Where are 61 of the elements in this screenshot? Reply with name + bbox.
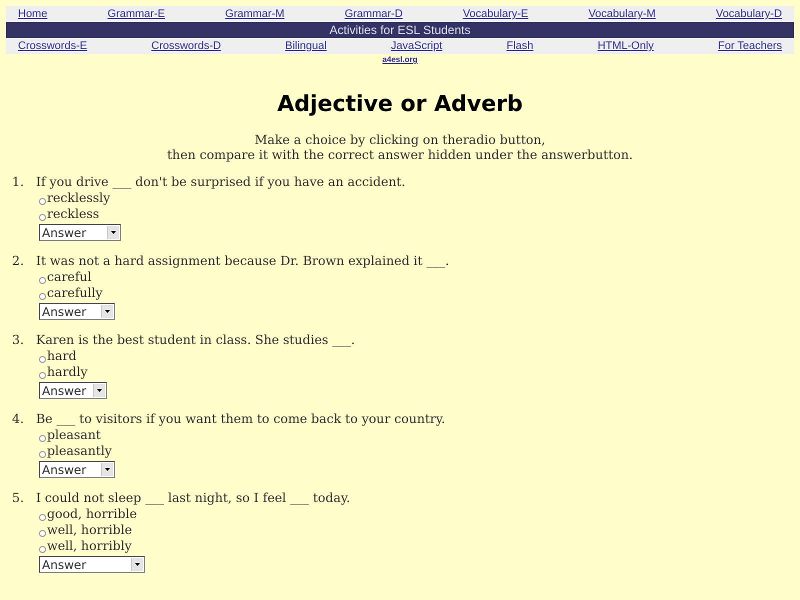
- dropdown-arrow-icon: [97, 389, 102, 392]
- instruction-text: Make a choice by clicking on theradio button,: [254, 132, 546, 147]
- option-label[interactable]: good, horrible: [47, 506, 137, 522]
- dropdown-arrow-icon: [135, 563, 140, 566]
- nav-link[interactable]: For Teachers: [718, 40, 782, 52]
- banner-title: Activities for ESL Students: [6, 22, 794, 38]
- radio-button[interactable]: [39, 277, 46, 284]
- radio-button[interactable]: [39, 356, 46, 363]
- nav-link[interactable]: Grammar-D: [344, 8, 403, 20]
- answer-dropdown[interactable]: Answer: [39, 461, 115, 478]
- option-label[interactable]: recklessly: [47, 190, 110, 206]
- radio-button[interactable]: [39, 372, 46, 379]
- nav-link[interactable]: Grammar-E: [108, 8, 165, 20]
- nav-link[interactable]: HTML-Only: [598, 40, 654, 52]
- dropdown-arrow-icon: [111, 231, 116, 234]
- radio-button[interactable]: [39, 293, 46, 300]
- option-label[interactable]: reckless: [47, 206, 100, 222]
- dropdown-arrow-icon: [105, 468, 110, 471]
- answer-dropdown[interactable]: Answer: [39, 224, 121, 241]
- question-number: 5.: [12, 490, 25, 506]
- nav-link[interactable]: Crosswords-D: [151, 40, 221, 52]
- nav-link[interactable]: Vocabulary-D: [716, 8, 782, 20]
- option-label[interactable]: pleasant: [47, 427, 101, 443]
- instruction-text: then compare it with the correct answer hidden under the answerbutton.: [166, 147, 634, 162]
- radio-button[interactable]: [39, 214, 46, 221]
- question-number: 2.: [12, 253, 25, 269]
- radio-button[interactable]: [39, 435, 46, 442]
- radio-button[interactable]: [39, 546, 46, 553]
- radio-button[interactable]: [39, 198, 46, 205]
- question-text: Be ___ to visitors if you want them to come back to your country.: [36, 411, 446, 427]
- radio-button[interactable]: [39, 514, 46, 521]
- option-label[interactable]: hard: [47, 348, 76, 364]
- option-label[interactable]: pleasantly: [47, 443, 112, 459]
- question-text: Karen is the best student in class. She studies ___.: [36, 332, 355, 348]
- question-text: I could not sleep ___ last night, so I feel ___ today.: [36, 490, 350, 506]
- radio-button[interactable]: [39, 451, 46, 458]
- answer-dropdown[interactable]: Answer: [39, 303, 115, 320]
- option-label[interactable]: well, horrible: [47, 522, 132, 538]
- dropdown-arrow-icon: [105, 310, 110, 313]
- nav-link[interactable]: Bilingual: [285, 40, 327, 52]
- nav-link[interactable]: Flash: [506, 40, 534, 52]
- option-label[interactable]: well, horribly: [47, 538, 132, 554]
- nav-link[interactable]: Grammar-M: [225, 8, 284, 20]
- answer-dropdown[interactable]: Answer: [39, 556, 145, 573]
- question-number: 4.: [12, 411, 25, 427]
- nav-link[interactable]: Home: [18, 8, 48, 20]
- option-label[interactable]: careful: [47, 269, 92, 285]
- nav-link[interactable]: Vocabulary-M: [588, 8, 656, 20]
- option-label[interactable]: carefully: [47, 285, 103, 301]
- question-number: 1.: [12, 174, 25, 190]
- option-label[interactable]: hardly: [47, 364, 88, 380]
- nav-link[interactable]: Crosswords-E: [18, 40, 88, 52]
- site-link[interactable]: a4esl.org: [382, 55, 418, 64]
- answer-dropdown[interactable]: Answer: [39, 382, 107, 399]
- question-text: If you drive ___ don't be surprised if you have an accident.: [36, 174, 406, 190]
- question-text: It was not a hard assignment because Dr. Brown explained it ___.: [36, 253, 450, 269]
- question-number: 3.: [12, 332, 25, 348]
- page-title: Adjective or Adverb: [276, 92, 524, 118]
- nav-link[interactable]: Vocabulary-E: [462, 8, 528, 20]
- radio-button[interactable]: [39, 530, 46, 537]
- nav-link[interactable]: JavaScript: [390, 40, 442, 52]
